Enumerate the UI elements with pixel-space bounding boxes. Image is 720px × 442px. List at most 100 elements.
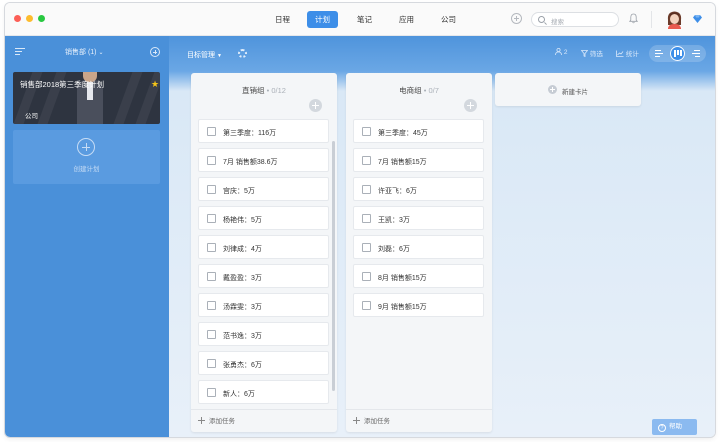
task-card[interactable]: 汤霖雯：3万	[198, 293, 329, 317]
gear-icon[interactable]	[238, 49, 247, 58]
task-title: 新人：6万	[223, 391, 255, 398]
menu-icon[interactable]	[15, 48, 25, 56]
board-area: 目标管理 ▼ 2 筛选 统计 直销组 • 0/12 第三季度：116万 7月 销…	[169, 36, 715, 437]
task-checkbox[interactable]	[207, 214, 216, 223]
divider	[191, 409, 337, 410]
tab-schedule[interactable]: 日程	[267, 11, 298, 28]
gantt-view-icon[interactable]	[651, 46, 666, 61]
board-view-icon[interactable]	[670, 46, 685, 61]
add-plan-icon[interactable]	[150, 47, 160, 57]
members-button[interactable]: 2	[555, 47, 568, 56]
tab-notes[interactable]: 笔记	[349, 11, 380, 28]
members-count: 2	[563, 49, 568, 56]
task-checkbox[interactable]	[207, 127, 216, 136]
task-card[interactable]: 8月 销售额15万	[353, 264, 484, 288]
task-checkbox[interactable]	[207, 330, 216, 339]
search-input[interactable]: 搜索	[531, 12, 619, 27]
department-name: 销售部 (1)	[65, 49, 97, 56]
column-count: • 0/12	[266, 86, 286, 95]
task-title: 7月 销售额38.6万	[223, 159, 278, 166]
create-plan-button[interactable]: 创建计划	[13, 130, 160, 184]
bell-icon[interactable]	[629, 13, 638, 24]
add-task-icon[interactable]	[309, 99, 322, 112]
task-title: 宫庆：5万	[223, 188, 255, 195]
add-icon[interactable]	[511, 13, 522, 24]
task-checkbox[interactable]	[207, 359, 216, 368]
board-column-direct-sales: 直销组 • 0/12 第三季度：116万 7月 销售额38.6万 宫庆：5万 杨…	[191, 73, 337, 432]
star-icon[interactable]: ★	[151, 80, 159, 89]
help-button[interactable]: ? 帮助	[652, 419, 697, 435]
chevron-down-icon: ⌄	[98, 50, 104, 56]
task-checkbox[interactable]	[362, 243, 371, 252]
task-card[interactable]: 王凯：3万	[353, 206, 484, 230]
department-selector[interactable]: 销售部 (1) ⌄	[65, 47, 103, 57]
plus-icon	[353, 417, 360, 424]
add-task-button[interactable]: 添加任务	[198, 415, 235, 425]
board-title[interactable]: 目标管理 ▼	[187, 50, 222, 60]
task-checkbox[interactable]	[362, 214, 371, 223]
task-checkbox[interactable]	[362, 301, 371, 310]
task-card[interactable]: 第三季度：116万	[198, 119, 329, 143]
task-card[interactable]: 杨艳伟：5万	[198, 206, 329, 230]
task-checkbox[interactable]	[207, 156, 216, 165]
new-card-label: 新建卡片	[562, 89, 588, 96]
task-card[interactable]: 第三季度：45万	[353, 119, 484, 143]
add-task-icon[interactable]	[464, 99, 477, 112]
task-checkbox[interactable]	[207, 388, 216, 397]
sidebar-header: 销售部 (1) ⌄	[5, 36, 169, 66]
task-card[interactable]: 7月 销售额38.6万	[198, 148, 329, 172]
close-window-button[interactable]	[14, 15, 21, 22]
task-title: 第三季度：45万	[378, 130, 428, 137]
filter-button[interactable]: 筛选	[580, 48, 603, 58]
column-header[interactable]: 直销组 • 0/12	[191, 85, 337, 96]
sidebar: 销售部 (1) ⌄ 销售部2018第三季度计划 ★ 公司 创建计划	[5, 36, 169, 437]
task-title: 汤霖雯：3万	[223, 304, 262, 311]
stats-label: 统计	[625, 51, 639, 58]
task-title: 张勇杰：6万	[223, 362, 262, 369]
plan-card[interactable]: 销售部2018第三季度计划 ★ 公司	[13, 72, 160, 124]
column-count: • 0/7	[423, 86, 439, 95]
tab-plan[interactable]: 计划	[307, 11, 338, 28]
plus-icon	[77, 138, 95, 156]
task-card[interactable]: 范书逸：3万	[198, 322, 329, 346]
task-checkbox[interactable]	[362, 127, 371, 136]
task-title: 7月 销售额15万	[378, 159, 427, 166]
task-card[interactable]: 刘磊：6万	[353, 235, 484, 259]
task-checkbox[interactable]	[207, 185, 216, 194]
task-card[interactable]: 戴盈盈：3万	[198, 264, 329, 288]
add-task-button[interactable]: 添加任务	[353, 415, 390, 425]
minimize-window-button[interactable]	[26, 15, 33, 22]
task-checkbox[interactable]	[207, 243, 216, 252]
task-card[interactable]: 9月 销售额15万	[353, 293, 484, 317]
stats-button[interactable]: 统计	[616, 48, 639, 58]
new-card-button[interactable]: 新建卡片	[495, 73, 641, 106]
task-card[interactable]: 新人：6万	[198, 380, 329, 404]
task-card[interactable]: 许亚飞：6万	[353, 177, 484, 201]
task-checkbox[interactable]	[362, 272, 371, 281]
vip-diamond-icon[interactable]	[693, 15, 702, 23]
person-icon	[555, 47, 562, 56]
task-card[interactable]: 张勇杰：6万	[198, 351, 329, 375]
task-checkbox[interactable]	[362, 185, 371, 194]
question-icon: ?	[658, 424, 666, 432]
view-switcher	[649, 45, 706, 62]
task-checkbox[interactable]	[207, 301, 216, 310]
tab-apps[interactable]: 应用	[391, 11, 422, 28]
avatar[interactable]	[666, 10, 683, 29]
task-checkbox[interactable]	[362, 156, 371, 165]
search-icon	[538, 16, 545, 23]
task-card[interactable]: 7月 销售额15万	[353, 148, 484, 172]
task-checkbox[interactable]	[207, 272, 216, 281]
task-title: 刘律成：4万	[223, 246, 262, 253]
task-title: 王凯：3万	[378, 217, 410, 224]
help-label: 帮助	[669, 423, 682, 430]
task-card[interactable]: 宫庆：5万	[198, 177, 329, 201]
tab-company[interactable]: 公司	[433, 11, 464, 28]
plan-title: 销售部2018第三季度计划	[20, 80, 105, 89]
zoom-window-button[interactable]	[38, 15, 45, 22]
add-task-label: 添加任务	[364, 418, 390, 425]
column-header[interactable]: 电商组 • 0/7	[346, 85, 492, 96]
scrollbar[interactable]	[332, 141, 335, 391]
task-card[interactable]: 刘律成：4万	[198, 235, 329, 259]
list-view-icon[interactable]	[689, 46, 704, 61]
